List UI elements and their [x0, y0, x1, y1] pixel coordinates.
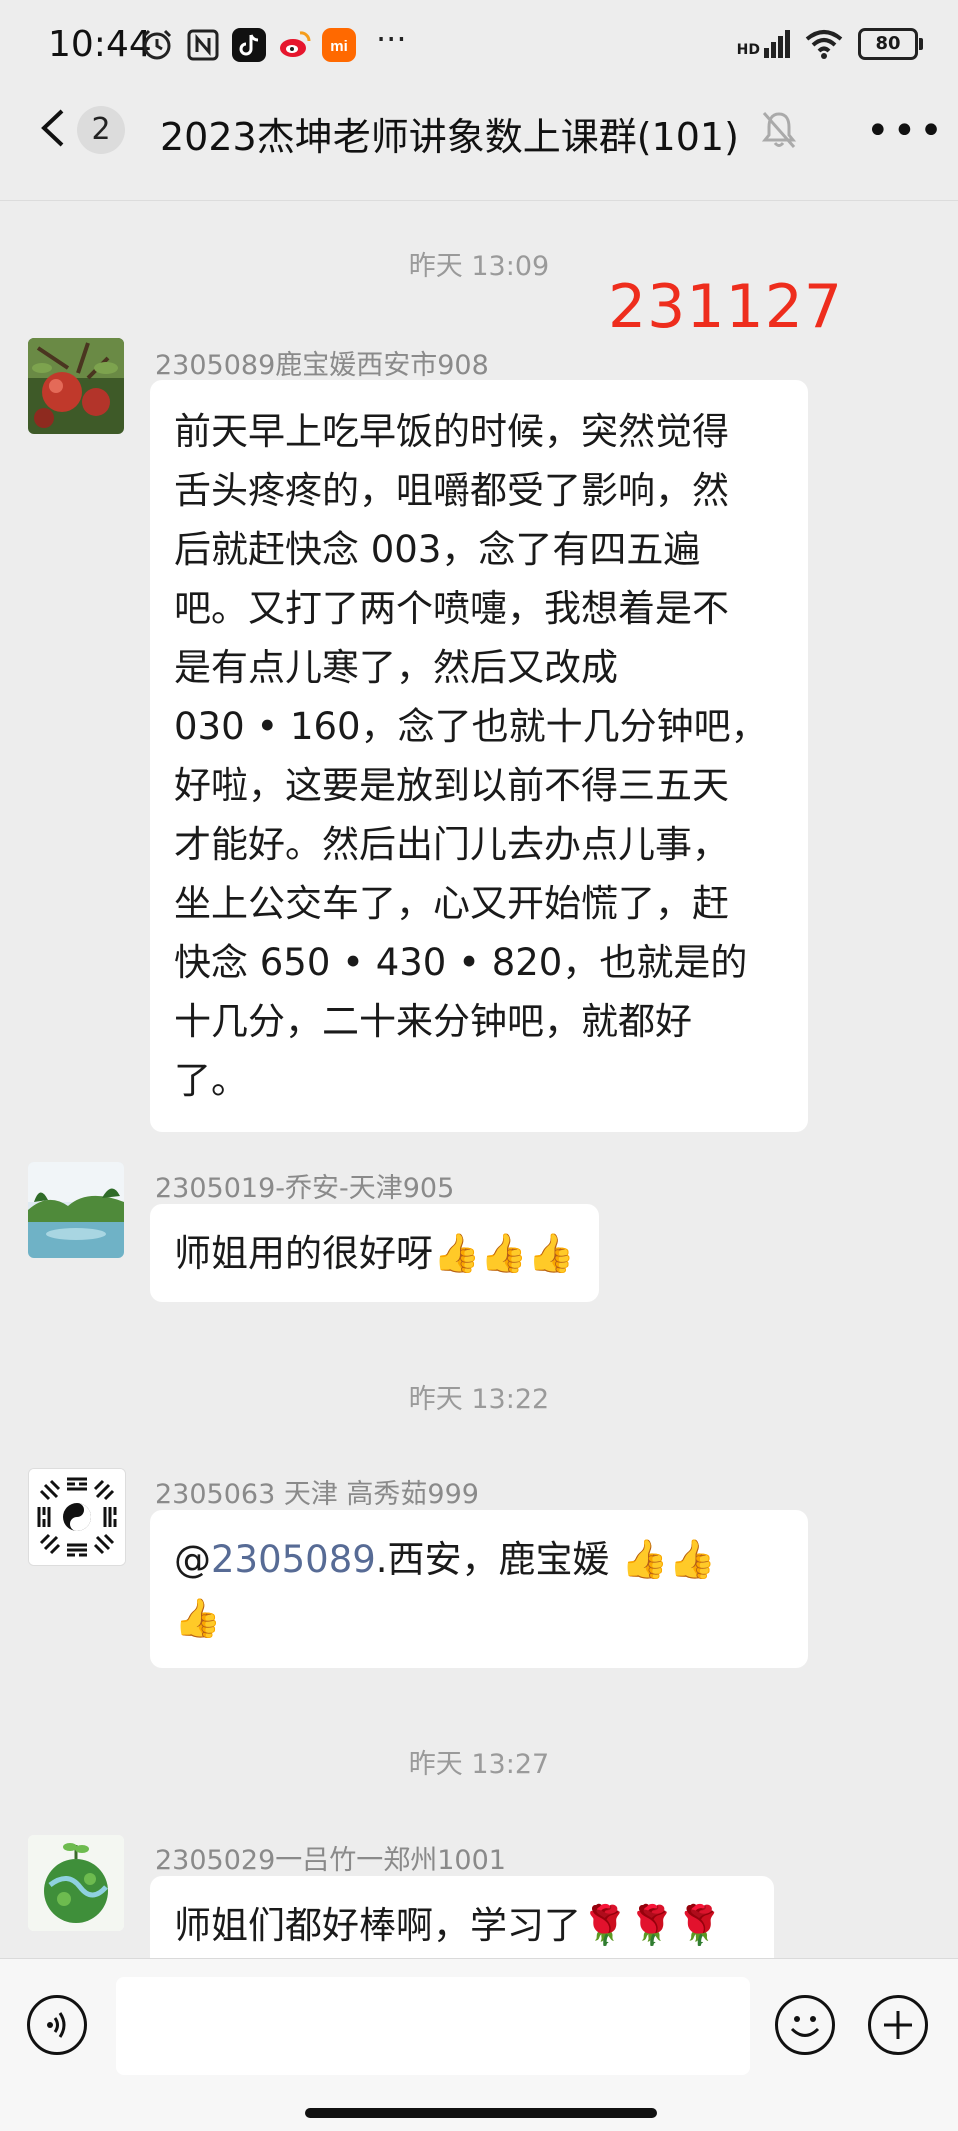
message-line: 后就赶快念 003，念了有四五遍 [174, 528, 701, 571]
message-line: 十几分，二十来分钟吧，就都好 [174, 1000, 692, 1043]
message-text: 师姐用的很好呀 [174, 1232, 433, 1275]
thumbs-up-icon: 👍👍 [621, 1537, 716, 1581]
more-functions-button[interactable] [868, 1995, 928, 2055]
muted-bell-icon [761, 112, 797, 148]
tiktok-icon [232, 28, 266, 62]
avatar-apple-tree[interactable] [28, 338, 124, 434]
date-stamp: 231127 [608, 272, 844, 342]
message-text: .西安，鹿宝媛 [375, 1538, 622, 1581]
unread-count-badge[interactable]: 2 [77, 106, 125, 154]
status-time: 10:44 [48, 24, 152, 65]
more-notifications-indicator: ··· [376, 20, 407, 58]
message-line: 前天早上吃早饭的时候，突然觉得 [174, 410, 729, 453]
rose-icon: 🌹🌹🌹 [581, 1903, 723, 1947]
alarm-icon [142, 29, 172, 60]
mention-link[interactable]: 2305089 [211, 1538, 376, 1581]
nfc-icon [187, 29, 219, 61]
wifi-icon [805, 30, 843, 59]
message-line: 好啦，这要是放到以前不得三五天 [174, 764, 729, 807]
mi-icon: mi [322, 28, 356, 62]
message-line: 快念 650 • 430 • 820，也就是的 [174, 941, 748, 984]
message-line: 了。 [174, 1059, 248, 1102]
home-indicator[interactable] [305, 2108, 657, 2118]
message-input[interactable] [116, 1977, 750, 2075]
sender-name: 2305029一吕竹一郑州1001 [155, 1845, 506, 1876]
message-line: 吧。又打了两个喷嚏，我想着是不 [174, 587, 729, 630]
timestamp: 昨天 13:27 [408, 1749, 550, 1780]
chat-title[interactable]: 2023杰坤老师讲象数上课群(101) [160, 106, 739, 161]
mention-at: @ [174, 1538, 211, 1581]
status-right-group: HD 80 [737, 28, 923, 60]
avatar-landscape[interactable] [28, 1162, 124, 1258]
message-line: 舌头疼疼的，咀嚼都受了影响，然 [174, 469, 729, 512]
message-text: 师姐们都好棒啊，学习了 [174, 1904, 581, 1947]
avatar-bagua[interactable] [28, 1468, 126, 1566]
sender-name: 2305063 天津 高秀茹999 [155, 1479, 479, 1510]
avatar-green-globe[interactable] [28, 1835, 124, 1931]
emoji-button[interactable] [775, 1995, 835, 2055]
svg-text:mi: mi [330, 38, 348, 55]
weibo-icon [280, 31, 311, 57]
message-bubble[interactable]: @2305089.西安，鹿宝媛 👍👍 👍 [150, 1510, 808, 1668]
message-line: 是有点儿寒了，然后又改成 [174, 646, 618, 689]
network-type: HD [736, 42, 760, 58]
thumbs-up-icon: 👍 [174, 1596, 222, 1640]
voice-icon [47, 2012, 66, 2038]
more-options-button[interactable]: ••• [866, 111, 946, 151]
back-arrow-icon[interactable] [36, 108, 72, 148]
battery-icon: 80 [858, 28, 923, 60]
signal-icon: HD [737, 30, 790, 58]
timestamp: 昨天 13:22 [408, 1384, 550, 1415]
plus-icon [884, 2011, 912, 2039]
message-bubble[interactable]: 师姐用的很好呀👍👍👍 [150, 1204, 599, 1302]
sender-name: 2305089鹿宝媛西安市908 [155, 350, 489, 381]
message-line: @2305089.西安，鹿宝媛 👍👍 [174, 1530, 784, 1589]
status-bar: 10:44 mi ··· HD 80 [0, 0, 958, 90]
message-line: 才能好。然后出门儿去办点儿事， [174, 823, 729, 866]
message-line: 030 • 160，念了也就十几分钟吧， [174, 705, 768, 748]
voice-input-button[interactable] [27, 1995, 87, 2055]
smiley-icon [790, 2016, 820, 2037]
thumbs-up-icon: 👍👍👍 [433, 1231, 575, 1275]
sender-name: 2305019-乔安-天津905 [155, 1173, 455, 1204]
message-line: 坐上公交车了，心又开始慌了，赶 [174, 882, 729, 925]
message-bubble[interactable]: 前天早上吃早饭的时候，突然觉得 舌头疼疼的，咀嚼都受了影响，然 后就赶快念 00… [150, 380, 808, 1132]
input-bar [0, 1958, 958, 2131]
